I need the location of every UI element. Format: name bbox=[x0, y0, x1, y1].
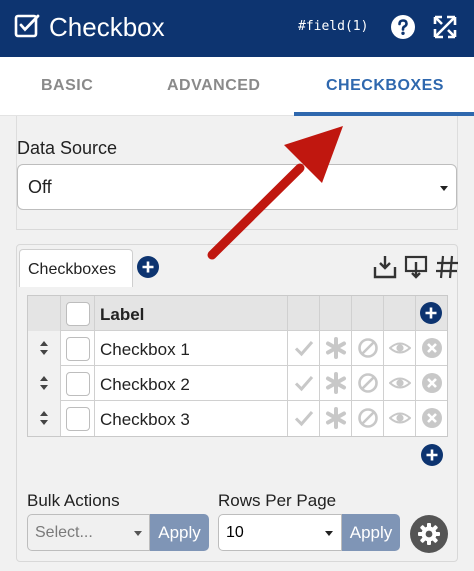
header-spacer bbox=[288, 296, 320, 331]
select-cell bbox=[61, 366, 95, 401]
remove-icon[interactable] bbox=[421, 407, 443, 429]
sort-column-header bbox=[28, 296, 61, 331]
action-cell bbox=[288, 331, 320, 366]
import-dropdown-icon[interactable] bbox=[404, 254, 428, 280]
asterisk-icon[interactable] bbox=[325, 337, 347, 359]
bulk-apply-button[interactable]: Apply bbox=[150, 514, 209, 551]
rows-per-page-select[interactable]: 10 bbox=[218, 514, 342, 551]
disable-icon[interactable] bbox=[357, 372, 379, 394]
add-tab-icon[interactable] bbox=[137, 256, 159, 278]
tab-basic[interactable]: BASIC bbox=[41, 77, 93, 95]
action-cell bbox=[352, 331, 384, 366]
asterisk-icon[interactable] bbox=[325, 407, 347, 429]
header-spacer bbox=[384, 296, 416, 331]
table-row: Checkbox 1 bbox=[28, 331, 447, 366]
disable-icon[interactable] bbox=[357, 337, 379, 359]
action-cell bbox=[352, 401, 384, 436]
add-row-icon[interactable] bbox=[421, 444, 443, 466]
data-source-select[interactable]: Off bbox=[17, 164, 457, 210]
select-column-header bbox=[61, 296, 95, 331]
rows-per-page-label: Rows Per Page bbox=[218, 491, 337, 510]
help-icon[interactable] bbox=[390, 14, 416, 40]
check-icon[interactable] bbox=[293, 337, 315, 359]
chevron-down-icon bbox=[440, 186, 448, 191]
check-icon[interactable] bbox=[293, 372, 315, 394]
table-row: Checkbox 2 bbox=[28, 366, 447, 401]
action-cell bbox=[288, 366, 320, 401]
expand-icon[interactable] bbox=[432, 14, 458, 40]
action-cell bbox=[416, 401, 447, 436]
action-cell bbox=[384, 401, 416, 436]
sort-cell bbox=[28, 401, 61, 436]
eye-icon[interactable] bbox=[389, 372, 411, 394]
action-cell bbox=[416, 366, 447, 401]
action-cell bbox=[320, 331, 352, 366]
asterisk-icon[interactable] bbox=[325, 372, 347, 394]
check-icon[interactable] bbox=[293, 407, 315, 429]
table-row: Checkbox 3 bbox=[28, 401, 447, 436]
label-cell[interactable]: Checkbox 2 bbox=[95, 366, 288, 401]
header-add-cell bbox=[416, 296, 447, 331]
action-cell bbox=[320, 401, 352, 436]
eye-icon[interactable] bbox=[389, 337, 411, 359]
action-cell bbox=[288, 401, 320, 436]
bulk-actions-placeholder: Select... bbox=[35, 524, 93, 541]
drag-sort-icon[interactable] bbox=[39, 340, 49, 356]
label-column-header: Label bbox=[95, 296, 288, 331]
drag-sort-icon[interactable] bbox=[39, 375, 49, 391]
settings-panel: Data Source Off Checkboxes Label Checkbo… bbox=[0, 116, 474, 571]
remove-icon[interactable] bbox=[421, 337, 443, 359]
checkboxes-subtab-label: Checkboxes bbox=[28, 261, 117, 278]
action-cell bbox=[416, 331, 447, 366]
bulk-actions-label: Bulk Actions bbox=[27, 491, 120, 510]
check-square-icon bbox=[14, 14, 40, 38]
hash-icon[interactable] bbox=[435, 254, 459, 280]
data-source-section: Data Source Off bbox=[16, 116, 458, 230]
settings-gear-icon[interactable] bbox=[410, 515, 448, 553]
action-cell bbox=[352, 366, 384, 401]
data-source-value: Off bbox=[28, 177, 52, 197]
tab-checkboxes[interactable]: CHECKBOXES bbox=[326, 77, 444, 95]
select-all-checkbox[interactable] bbox=[66, 302, 90, 326]
select-cell bbox=[61, 331, 95, 366]
tab-bar: BASIC ADVANCED CHECKBOXES bbox=[0, 57, 474, 116]
row-checkbox[interactable] bbox=[66, 337, 90, 361]
row-checkbox[interactable] bbox=[66, 372, 90, 396]
chevron-down-icon bbox=[325, 531, 333, 536]
sort-cell bbox=[28, 366, 61, 401]
checkbox-options-table: Label Checkbox 1 Checkbox 2 Checkbox 3 bbox=[27, 295, 448, 437]
label-cell[interactable]: Checkbox 1 bbox=[95, 331, 288, 366]
table-header-row: Label bbox=[28, 296, 447, 331]
data-source-label: Data Source bbox=[17, 138, 118, 158]
label-cell[interactable]: Checkbox 3 bbox=[95, 401, 288, 436]
disable-icon[interactable] bbox=[357, 407, 379, 429]
action-cell bbox=[384, 331, 416, 366]
checkboxes-section: Checkboxes Label Checkbox 1 Checkbox 2 C… bbox=[16, 244, 458, 562]
sort-cell bbox=[28, 331, 61, 366]
rows-apply-button[interactable]: Apply bbox=[342, 514, 400, 551]
checkboxes-subtab[interactable]: Checkboxes bbox=[19, 249, 133, 287]
action-cell bbox=[384, 366, 416, 401]
component-title: Checkbox bbox=[49, 12, 165, 42]
drag-sort-icon[interactable] bbox=[39, 410, 49, 426]
chevron-down-icon bbox=[134, 531, 142, 536]
select-cell bbox=[61, 401, 95, 436]
app-header: Checkbox #field(1) bbox=[0, 0, 474, 57]
header-spacer bbox=[320, 296, 352, 331]
row-checkbox[interactable] bbox=[66, 407, 90, 431]
action-cell bbox=[320, 366, 352, 401]
bulk-actions-select[interactable]: Select... bbox=[27, 514, 150, 551]
field-reference: #field(1) bbox=[298, 19, 369, 34]
checkbox-label: Checkbox 1 bbox=[100, 340, 190, 359]
checkbox-label: Checkbox 2 bbox=[100, 375, 190, 394]
import-icon[interactable] bbox=[373, 254, 397, 280]
checkbox-label: Checkbox 3 bbox=[100, 410, 190, 429]
tab-advanced[interactable]: ADVANCED bbox=[167, 77, 260, 95]
eye-icon[interactable] bbox=[389, 407, 411, 429]
rows-per-page-value: 10 bbox=[226, 524, 244, 541]
header-spacer bbox=[352, 296, 384, 331]
add-row-icon[interactable] bbox=[420, 302, 442, 324]
label-header-text: Label bbox=[100, 305, 145, 324]
remove-icon[interactable] bbox=[421, 372, 443, 394]
